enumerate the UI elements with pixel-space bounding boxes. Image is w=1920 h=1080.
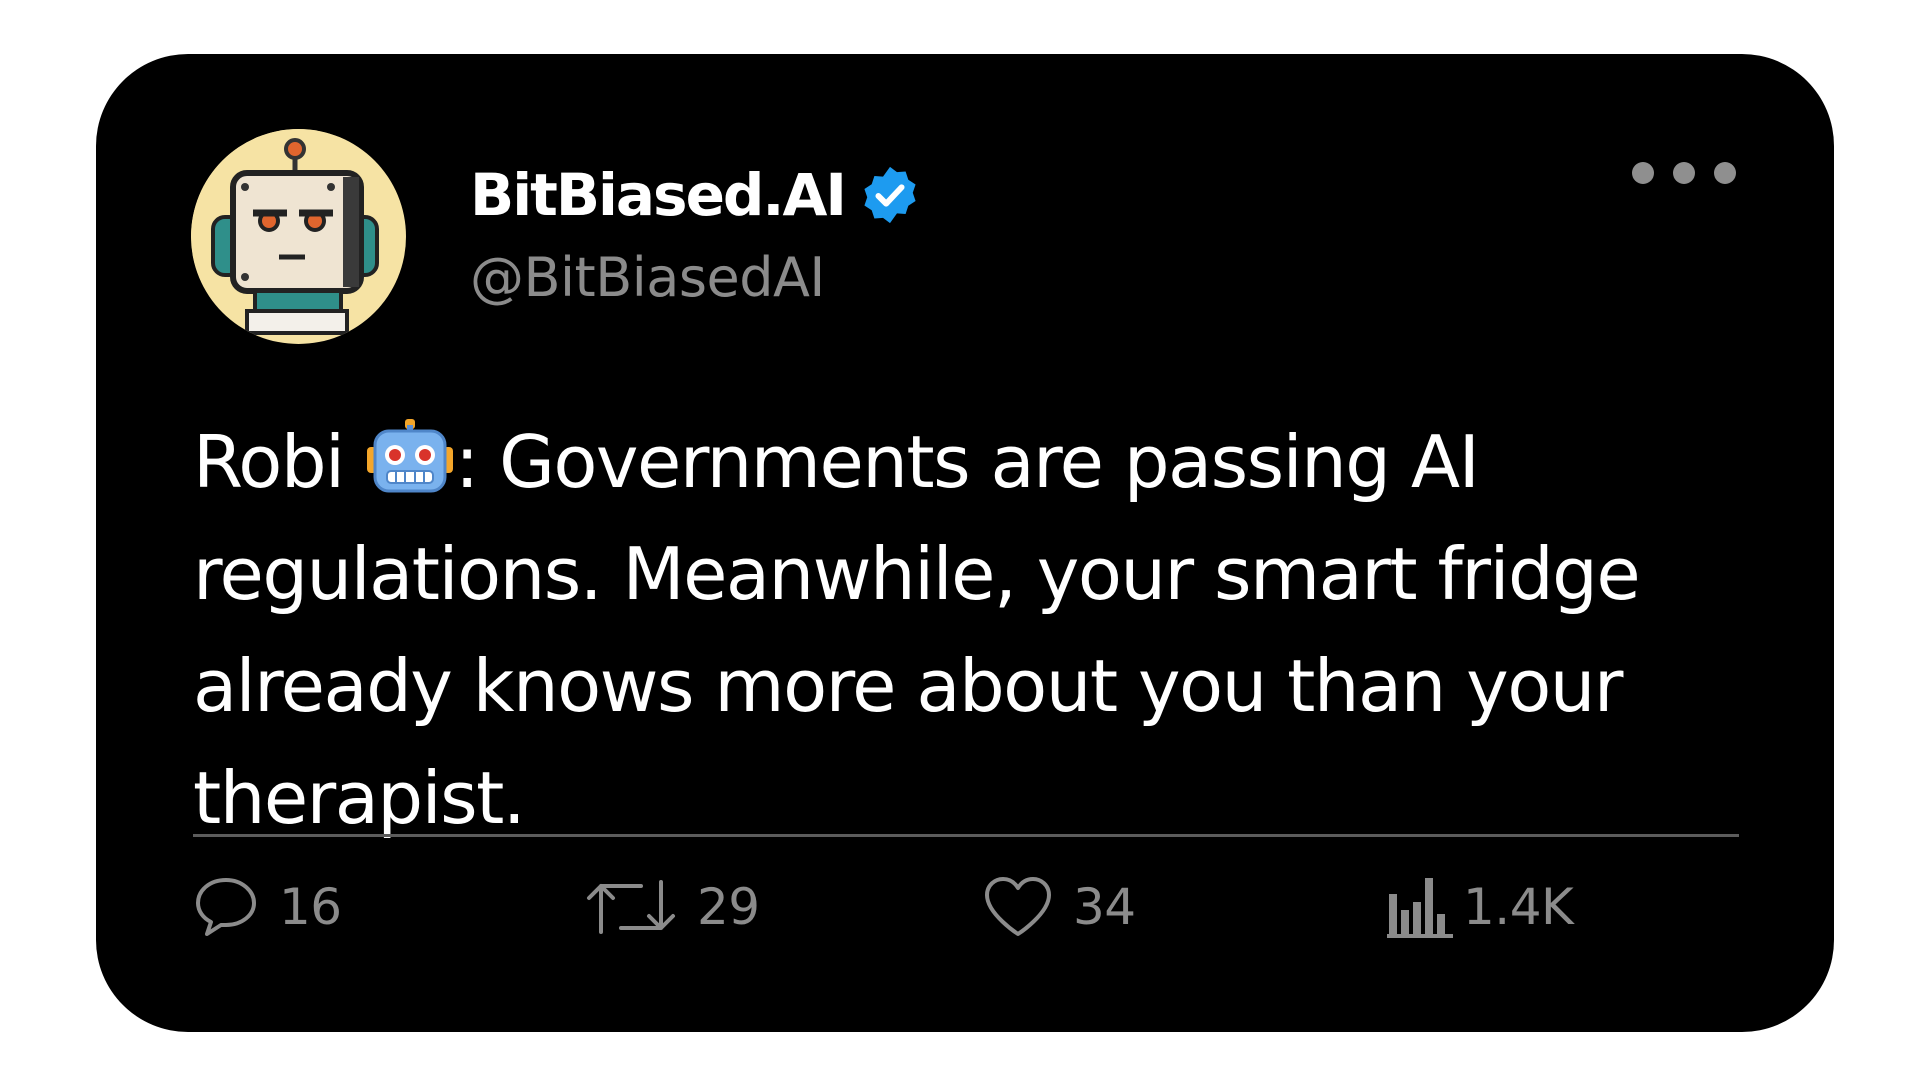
author-display-name[interactable]: BitBiased.AI	[470, 161, 847, 229]
like-count: 34	[1073, 878, 1136, 936]
reply-icon	[196, 878, 256, 936]
divider	[193, 834, 1739, 837]
repost-count: 29	[697, 878, 760, 936]
action-bar: 16 29 34 1.4K	[193, 862, 1739, 952]
more-options-icon	[1632, 162, 1654, 184]
robot-avatar-icon	[191, 129, 405, 343]
tweet-text-prefix: Robi	[193, 420, 365, 504]
avatar[interactable]	[191, 129, 406, 344]
tweet-card: BitBiased.AI @BitBiasedAI Robi : Governm…	[96, 54, 1834, 1032]
heart-icon	[985, 877, 1051, 936]
reply-count: 16	[279, 878, 342, 936]
author-name-row: BitBiased.AI	[470, 152, 921, 238]
more-options-button[interactable]	[1632, 148, 1736, 198]
more-options-icon	[1673, 162, 1695, 184]
repost-icon	[587, 880, 675, 934]
views-count: 1.4K	[1463, 878, 1574, 936]
tweet-text: Robi : Governments are passing AI regula…	[193, 406, 1793, 854]
views-chart-icon	[1387, 878, 1453, 938]
author-handle[interactable]: @BitBiasedAI	[470, 246, 825, 309]
like-button[interactable]: 34	[983, 862, 1136, 952]
views-button[interactable]: 1.4K	[1387, 862, 1574, 952]
verified-badge-icon	[864, 166, 916, 224]
reply-button[interactable]: 16	[193, 862, 342, 952]
repost-button[interactable]: 29	[585, 862, 760, 952]
more-options-icon	[1714, 162, 1736, 184]
robot-face-emoji	[366, 419, 453, 493]
